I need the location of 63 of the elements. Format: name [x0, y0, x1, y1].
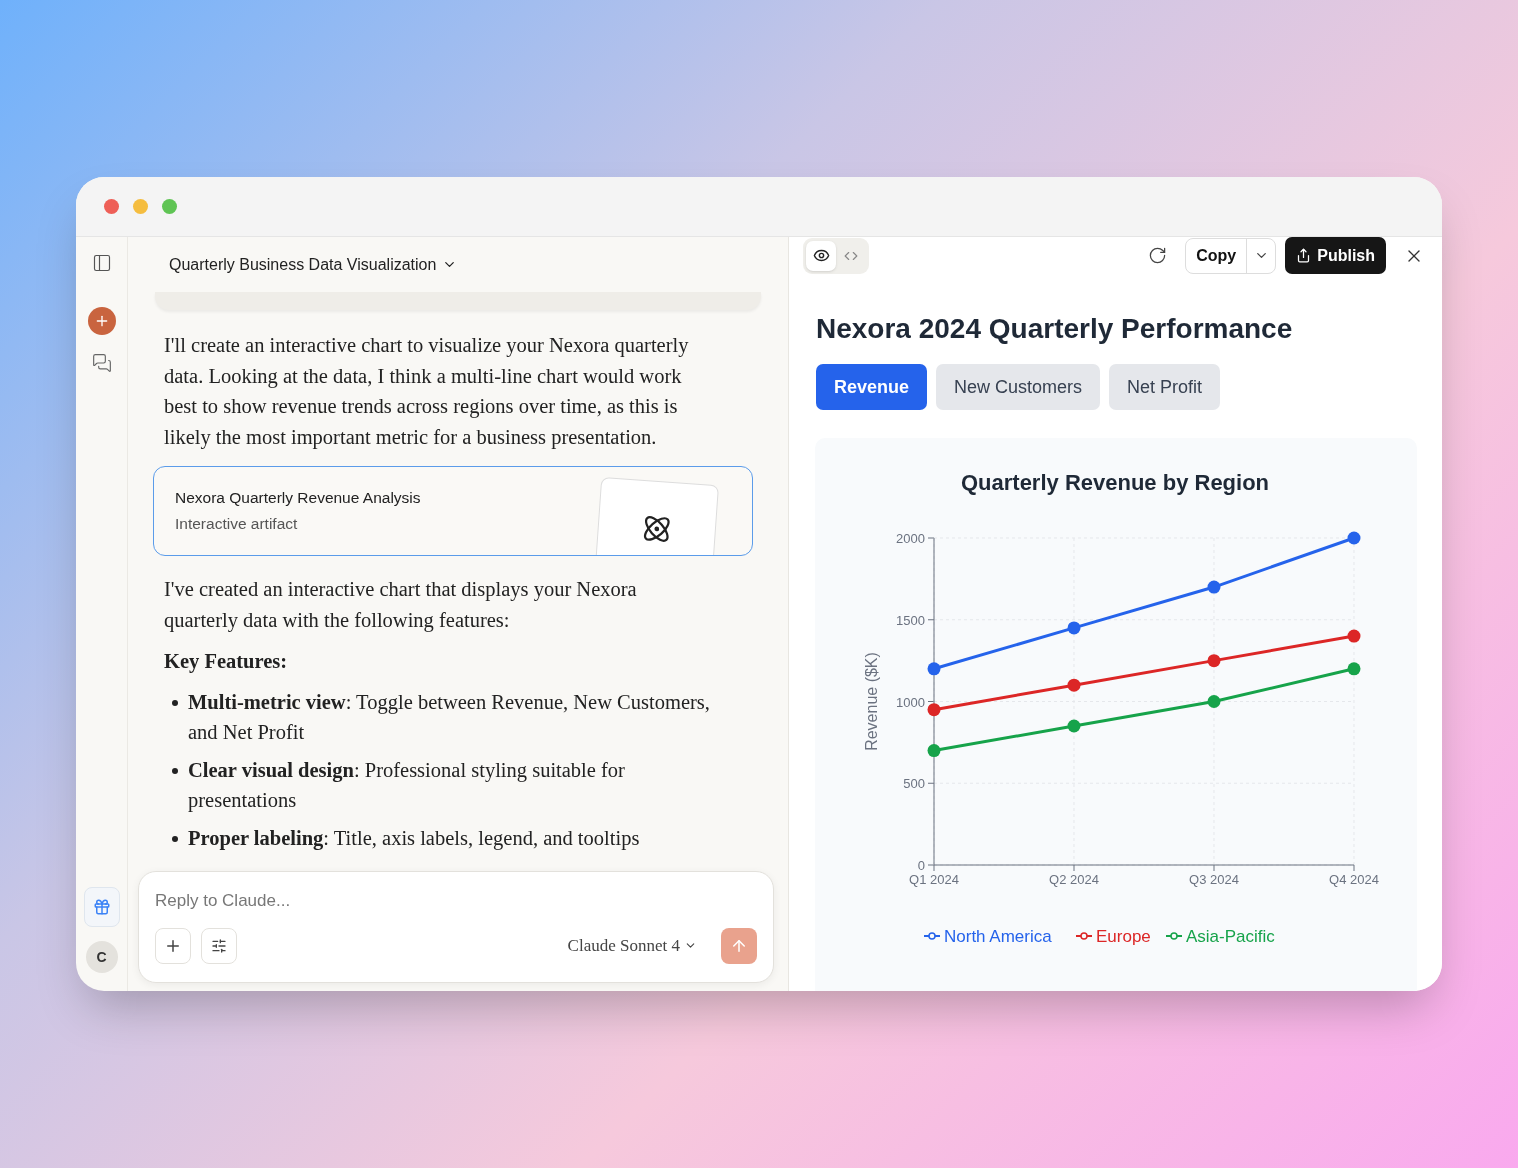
- data-point[interactable]: [1067, 678, 1081, 692]
- data-point[interactable]: [1067, 621, 1081, 635]
- assistant-message: I'll create an interactive chart to visualize your Nexora quarterly data. Looking at the data, I think a multi-line chart would work best to show revenue trends across regions over time, as this is likely the most important metric for a business presentation.: [164, 333, 690, 451]
- eye-icon: [812, 247, 830, 264]
- user-avatar[interactable]: C: [85, 941, 118, 973]
- legend-marker-icon: [923, 932, 941, 940]
- legend-marker-icon: [1165, 932, 1183, 940]
- publish-button[interactable]: Publish: [1285, 237, 1386, 274]
- new-chat-button[interactable]: [87, 307, 116, 335]
- bullet-icon: [172, 699, 178, 706]
- sidebar-toggle-icon[interactable]: [91, 253, 112, 273]
- tools-button[interactable]: [201, 927, 237, 964]
- data-point[interactable]: [1207, 695, 1221, 708]
- conversation-title-dropdown[interactable]: Quarterly Business Data Visualization: [169, 252, 458, 277]
- data-point[interactable]: [927, 662, 941, 676]
- artifact-heading: Nexora 2024 Quarterly Performance: [816, 312, 1294, 346]
- preview-toggle[interactable]: [806, 240, 836, 271]
- data-point[interactable]: [1347, 629, 1361, 643]
- y-tick-label: 500: [903, 776, 925, 792]
- data-point[interactable]: [1347, 662, 1361, 676]
- sliders-icon: [211, 937, 227, 954]
- y-tick-label: 1500: [896, 612, 925, 628]
- x-tick-label: Q3 2024: [1189, 872, 1239, 887]
- reply-input[interactable]: Reply to Claude...: [155, 888, 757, 914]
- refresh-icon[interactable]: [1148, 246, 1168, 265]
- model-selector[interactable]: Claude Sonnet 4: [567, 932, 697, 959]
- y-tick-label: 0: [917, 858, 925, 873]
- gift-button[interactable]: [83, 887, 120, 927]
- y-tick-label: 2000: [896, 531, 925, 546]
- assistant-message: I've created an interactive chart that displays your Nexora quarterly data with the following features:: [164, 577, 638, 634]
- artifact-subtitle: Interactive artifact: [175, 514, 299, 534]
- x-tick-label: Q2 2024: [1049, 872, 1099, 887]
- add-button[interactable]: [155, 927, 191, 964]
- bullet-icon: [172, 835, 178, 842]
- y-axis-label: Revenue ($K): [863, 652, 880, 751]
- x-tick-label: Q4 2024: [1329, 872, 1379, 887]
- close-window-icon[interactable]: [104, 199, 119, 214]
- data-point[interactable]: [1207, 654, 1221, 668]
- feature-item: Proper labeling: Title, axis labels, legend, and tooltips: [188, 825, 640, 852]
- copy-button[interactable]: Copy: [1186, 238, 1248, 273]
- artifact-card[interactable]: Nexora Quarterly Revenue Analysis Interactive artifact: [153, 466, 753, 556]
- metric-tab[interactable]: Net Profit: [1109, 364, 1221, 410]
- chats-icon[interactable]: [91, 353, 112, 373]
- section-heading: Key Features:: [164, 649, 289, 675]
- data-point[interactable]: [927, 744, 941, 758]
- chart-title: Quarterly Revenue by Region: [960, 470, 1270, 495]
- artifact-title: Nexora Quarterly Revenue Analysis: [175, 488, 422, 508]
- legend-marker-icon: [1075, 932, 1093, 940]
- bullet-icon: [172, 767, 178, 774]
- data-point[interactable]: [927, 703, 941, 717]
- legend-label[interactable]: Europe: [1096, 927, 1151, 946]
- data-point[interactable]: [1207, 580, 1221, 594]
- feature-item: Multi-metric view: Toggle between Revenue, New Customers, and Net Profit: [188, 689, 711, 745]
- legend-label[interactable]: North America: [944, 927, 1052, 946]
- gift-icon: [92, 898, 111, 916]
- share-icon: [1296, 248, 1312, 263]
- data-point[interactable]: [1067, 719, 1081, 733]
- feature-item: Clear visual design: Professional styling suitable for presentations: [188, 757, 626, 814]
- metric-tab[interactable]: Revenue: [816, 364, 928, 410]
- y-tick-label: 1000: [896, 694, 925, 710]
- x-tick-label: Q1 2024: [909, 872, 959, 887]
- data-point[interactable]: [1347, 531, 1361, 545]
- metric-tab[interactable]: New Customers: [936, 364, 1101, 410]
